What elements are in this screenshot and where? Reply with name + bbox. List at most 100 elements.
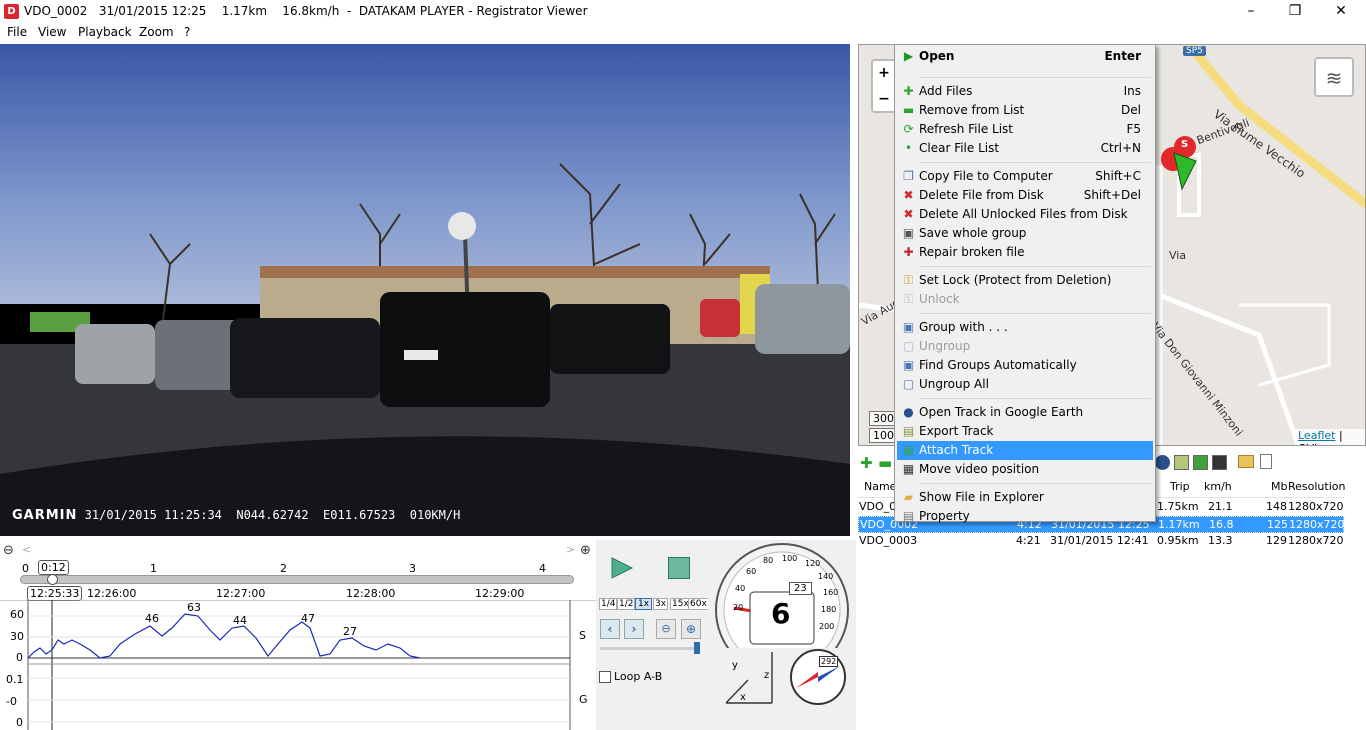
menu-item-remove[interactable]: ▬ Remove from List Del [897, 101, 1153, 120]
toolbar-properties-icon[interactable] [1260, 454, 1272, 469]
menu-item-properties[interactable]: ▤ Property [897, 507, 1153, 526]
table-row[interactable]: VDO_0003 4:21 31/01/2015 12:41 0.95km 13… [858, 533, 1344, 550]
time-label-3: 12:28:00 [346, 587, 396, 600]
menu-item-film[interactable]: ▦ Move video position [897, 460, 1153, 479]
menu-item-delete-all[interactable]: ✖ Delete All Unlocked Files from Disk [897, 205, 1153, 224]
scroll-right-icon[interactable]: > [566, 543, 575, 556]
remove-file-icon[interactable]: ▬ [878, 454, 892, 472]
menu-item-ungroup-all[interactable]: ▢ Ungroup All [897, 375, 1153, 394]
minimize-button[interactable]: – [1228, 0, 1274, 24]
menu-item-label: Remove from List [919, 103, 1025, 117]
menu-item-delete[interactable]: ✖ Delete File from Disk Shift+Del [897, 186, 1153, 205]
menu-bar: File View Playback Zoom ? [0, 24, 1366, 42]
menu-separator [919, 162, 1151, 163]
menu-item-attach-track[interactable]: ▤ Attach Track [897, 441, 1153, 460]
gauge-tick-60: 60 [746, 567, 757, 576]
play-icon[interactable] [610, 556, 634, 580]
zoom-out-icon[interactable]: ⊖ [3, 543, 14, 558]
map-attribution: Leaflet | OVI [1295, 429, 1365, 445]
refresh-icon: ⟳ [903, 122, 914, 136]
title-bar: D VDO_0002 31/01/2015 12:25 1.17km 16.8k… [0, 0, 1366, 24]
menu-item-repair[interactable]: ✚ Repair broken file [897, 243, 1153, 262]
axis-z-label: z [764, 670, 770, 681]
maximize-button[interactable]: ❐ [1272, 0, 1318, 24]
zoom-out-video-icon[interactable]: ⊖ [656, 619, 676, 639]
menu-item-unlock: ⚿ Unlock [897, 290, 1153, 309]
volume-thumb[interactable] [694, 642, 700, 654]
timeline-thumb[interactable] [47, 574, 58, 585]
stop-icon[interactable] [668, 557, 690, 579]
menu-playback[interactable]: Playback [78, 25, 132, 39]
col-name[interactable]: Name [864, 480, 896, 493]
timeline-panel: ⊖ ⊕ < > 0 1 2 3 4 0:12 12:25:33 12:26:00… [0, 540, 596, 730]
menu-item-lock[interactable]: ⚿ Set Lock (Protect from Deletion) [897, 271, 1153, 290]
menu-file[interactable]: File [7, 25, 27, 39]
menu-item-folder[interactable]: ▰ Show File in Explorer [897, 488, 1153, 507]
menu-help[interactable]: ? [184, 25, 190, 39]
menu-item-clear[interactable]: • Clear File List Ctrl+N [897, 139, 1153, 158]
current-time-label: 12:25:33 [27, 586, 83, 601]
menu-view[interactable]: View [38, 25, 66, 39]
speed-quarter[interactable]: 1/4 [599, 598, 618, 610]
zoom-in-video-icon[interactable]: ⊕ [681, 619, 701, 639]
minute-label-1: 1 [150, 562, 157, 575]
zoom-in-icon[interactable]: ⊕ [580, 543, 591, 558]
menu-item-label: Export Track [919, 424, 994, 438]
toolbar-film-icon[interactable] [1212, 455, 1227, 470]
add-file-icon[interactable]: ✚ [860, 454, 873, 472]
col-trip[interactable]: Trip [1170, 480, 1190, 493]
g-axis-neg0: -0 [6, 695, 17, 708]
speed-peak-63: 63 [187, 601, 201, 614]
track-start-marker[interactable] [1154, 133, 1204, 193]
speed-peak-46: 46 [145, 612, 159, 625]
col-kmh[interactable]: km/h [1204, 480, 1232, 493]
row-name: VDO_0 [859, 500, 897, 513]
layers-icon[interactable]: ≋ [1314, 57, 1354, 97]
timeline-track[interactable] [20, 575, 574, 584]
map-zoom-out[interactable]: − [873, 87, 895, 111]
menu-item-copy[interactable]: ❐ Copy File to Computer Shift+C [897, 167, 1153, 186]
leaflet-link[interactable]: Leaflet [1298, 429, 1335, 442]
speed-graph[interactable] [0, 600, 596, 730]
menu-item-label: Copy File to Computer [919, 169, 1053, 183]
loop-checkbox[interactable] [599, 671, 611, 683]
menu-item-export[interactable]: ▤ Export Track [897, 422, 1153, 441]
speed-60x[interactable]: 60x [688, 598, 709, 610]
add-icon: ✚ [903, 84, 914, 98]
menu-item-play[interactable]: ▶ Open Enter [897, 47, 1153, 66]
speed-half[interactable]: 1/2 [617, 598, 636, 610]
toolbar-folder-icon[interactable] [1238, 455, 1254, 468]
speed-1x[interactable]: 1x [635, 598, 653, 610]
video-view[interactable]: GARMIN 31/01/2015 11:25:34 N044.62742 E0… [0, 44, 850, 536]
toolbar-attach-icon[interactable] [1193, 455, 1208, 470]
row-mb: 129 [1266, 534, 1287, 547]
minute-label-3: 3 [409, 562, 416, 575]
row-resolution: 1280x720 [1288, 534, 1344, 547]
menu-item-label: Refresh File List [919, 122, 1014, 136]
properties-icon: ▤ [902, 509, 915, 523]
volume-track[interactable] [600, 647, 700, 650]
menu-item-shortcut: Enter [1104, 49, 1141, 63]
speed-3x[interactable]: 3x [653, 598, 669, 610]
prev-frame-icon[interactable]: ‹ [600, 619, 620, 639]
menu-item-find-groups[interactable]: ▣ Find Groups Automatically [897, 356, 1153, 375]
close-button[interactable]: ✕ [1318, 0, 1364, 24]
menu-item-group[interactable]: ▣ Group with . . . [897, 318, 1153, 337]
menu-item-label: Open Track in Google Earth [919, 405, 1084, 419]
menu-separator [919, 77, 1151, 78]
menu-zoom[interactable]: Zoom [139, 25, 174, 39]
menu-item-label: Ungroup [919, 339, 971, 353]
context-menu: ▶ Open Enter ✚ Add Files Ins ▬ Remove from List… [894, 44, 1156, 523]
toolbar-export-icon[interactable] [1174, 455, 1189, 470]
toolbar-globe-icon[interactable] [1155, 455, 1170, 470]
map-zoom-in[interactable]: + [873, 61, 895, 85]
scroll-left-icon[interactable]: < [22, 543, 31, 556]
menu-item-refresh[interactable]: ⟳ Refresh File List F5 [897, 120, 1153, 139]
clear-icon: • [904, 141, 913, 155]
menu-item-save[interactable]: ▣ Save whole group [897, 224, 1153, 243]
col-resolution[interactable]: Resolution [1288, 480, 1345, 493]
menu-item-globe[interactable]: ● Open Track in Google Earth [897, 403, 1153, 422]
menu-item-add[interactable]: ✚ Add Files Ins [897, 82, 1153, 101]
col-mb[interactable]: Mb [1271, 480, 1287, 493]
next-frame-icon[interactable]: › [624, 619, 644, 639]
